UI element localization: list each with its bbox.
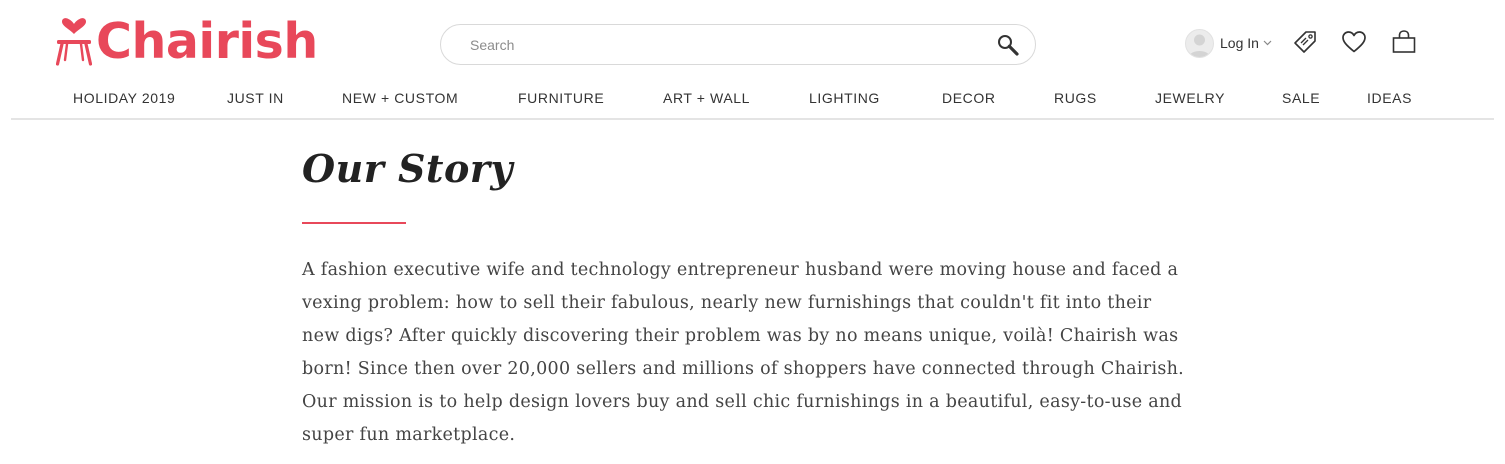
- nav-item-sale[interactable]: SALE: [1282, 88, 1320, 108]
- nav-item-furniture[interactable]: FURNITURE: [518, 88, 604, 108]
- login-label: Log In: [1220, 35, 1259, 51]
- chair-heart-logo-icon: [56, 18, 92, 66]
- nav-item-decor[interactable]: DECOR: [942, 88, 996, 108]
- page-title: Our Story: [302, 146, 513, 191]
- chevron-down-icon: [1263, 40, 1272, 46]
- login-menu[interactable]: Log In: [1185, 28, 1272, 58]
- story-paragraph: A fashion executive wife and technology …: [302, 260, 1185, 445]
- logo-wordmark: Chairish: [96, 13, 318, 70]
- nav-item-just-in[interactable]: JUST IN: [227, 88, 284, 108]
- search-icon[interactable]: [995, 32, 1021, 58]
- user-avatar-icon: [1185, 28, 1214, 58]
- search-input[interactable]: [441, 25, 995, 64]
- search-bar: [440, 24, 1036, 65]
- price-tag-icon[interactable]: [1291, 28, 1319, 56]
- title-accent-rule: [302, 222, 406, 224]
- shopping-bag-icon[interactable]: [1390, 28, 1418, 56]
- nav-item-lighting[interactable]: LIGHTING: [809, 88, 880, 108]
- header-divider: [11, 118, 1494, 120]
- heart-icon[interactable]: [1340, 28, 1368, 56]
- nav-item-jewelry[interactable]: JEWELRY: [1155, 88, 1225, 108]
- nav-item-holiday-2019[interactable]: HOLIDAY 2019: [73, 88, 175, 108]
- nav-item-new-custom[interactable]: NEW + CUSTOM: [342, 88, 458, 108]
- main-navigation: HOLIDAY 2019 JUST IN NEW + CUSTOM FURNIT…: [0, 88, 1505, 110]
- nav-item-art-wall[interactable]: ART + WALL: [663, 88, 750, 108]
- nav-item-rugs[interactable]: RUGS: [1054, 88, 1097, 108]
- nav-item-ideas[interactable]: IDEAS: [1367, 88, 1412, 108]
- chairish-logo[interactable]: Chairish: [56, 16, 318, 68]
